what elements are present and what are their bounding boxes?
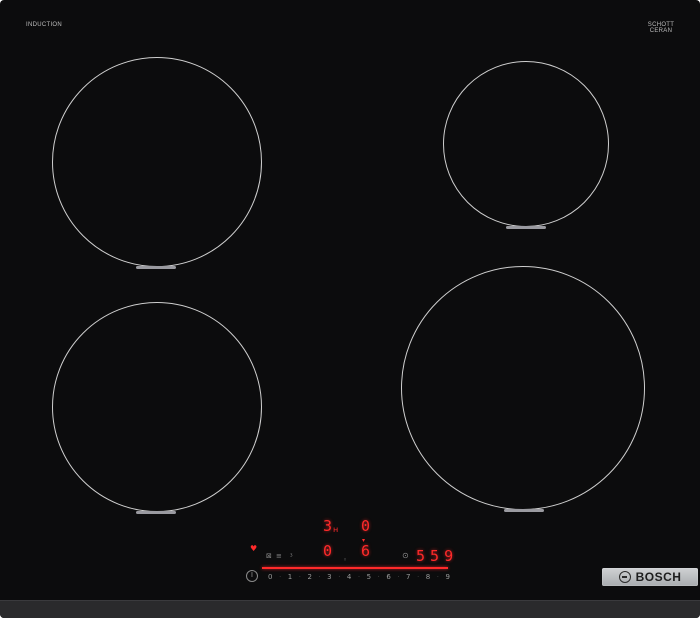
- zone-rear-right: [443, 61, 609, 227]
- slider-step-5[interactable]: 5: [367, 573, 371, 581]
- slider-step-1[interactable]: 1: [288, 573, 292, 581]
- rear-left-residual-heat: ʜ: [333, 525, 339, 534]
- rear-left-level-display[interactable]: 3: [323, 519, 332, 534]
- slider-step-4[interactable]: 4: [347, 573, 351, 581]
- zone-front-right: [401, 266, 645, 510]
- zone-front-left-marker: [136, 511, 176, 514]
- slider-step-9[interactable]: 9: [445, 573, 449, 581]
- power-slider[interactable]: 0 · 1 · 2 · 3 · 4 · 5 · 6 · 7 · 8 · 9: [268, 571, 450, 583]
- slider-dot: ·: [417, 574, 420, 580]
- slider-step-8[interactable]: 8: [426, 573, 430, 581]
- power-icon[interactable]: I: [246, 570, 258, 582]
- zone-front-left: [52, 302, 262, 512]
- child-lock-icon[interactable]: ⊠: [266, 552, 272, 560]
- timer-display: 5 5 9: [416, 547, 453, 565]
- power-level-bar: [262, 567, 448, 569]
- zone-front-right-marker: [504, 509, 544, 512]
- menu-icon[interactable]: ≡: [276, 552, 282, 560]
- slider-step-2[interactable]: 2: [307, 573, 311, 581]
- front-left-level-display[interactable]: 0: [323, 544, 332, 559]
- slider-step-0[interactable]: 0: [268, 573, 272, 581]
- slider-dot: ·: [377, 574, 380, 580]
- slider-dot: ·: [436, 574, 439, 580]
- slider-dot: ·: [298, 574, 301, 580]
- bosch-logo-icon: [618, 571, 631, 583]
- brand-plate: BOSCH: [602, 568, 698, 586]
- induction-label: INDUCTION: [26, 22, 63, 28]
- front-right-level-display[interactable]: 6: [361, 544, 370, 559]
- slider-step-6[interactable]: 6: [386, 573, 390, 581]
- slider-step-7[interactable]: 7: [406, 573, 410, 581]
- zone-rear-left-marker: [136, 266, 176, 269]
- front-right-active-indicator: ▾: [362, 537, 366, 544]
- slider-dot: ·: [397, 574, 400, 580]
- wifi-icon[interactable]: ♥: [250, 545, 257, 553]
- brand-name: BOSCH: [635, 570, 682, 584]
- cooktop-frame: [0, 600, 700, 618]
- power-boost-icon[interactable]: ᶾ: [290, 552, 293, 560]
- slider-dot: ·: [338, 574, 341, 580]
- clock-icon[interactable]: ⊙: [402, 552, 409, 560]
- schott-ceran-label: SCHOTT CERAN: [647, 22, 675, 34]
- slider-step-3[interactable]: 3: [327, 573, 331, 581]
- zone-select-icon[interactable]: ◦: [343, 556, 347, 564]
- rear-right-level-display[interactable]: 0: [361, 519, 370, 534]
- slider-dot: ·: [318, 574, 321, 580]
- zone-rear-right-marker: [506, 226, 546, 229]
- zone-rear-left: [52, 57, 262, 267]
- cooktop-glass: INDUCTION SCHOTT CERAN 3 ʜ 0 0 ◦ 6 ▾ ♥ ⊠…: [0, 0, 700, 618]
- slider-dot: ·: [357, 574, 360, 580]
- slider-dot: ·: [279, 574, 282, 580]
